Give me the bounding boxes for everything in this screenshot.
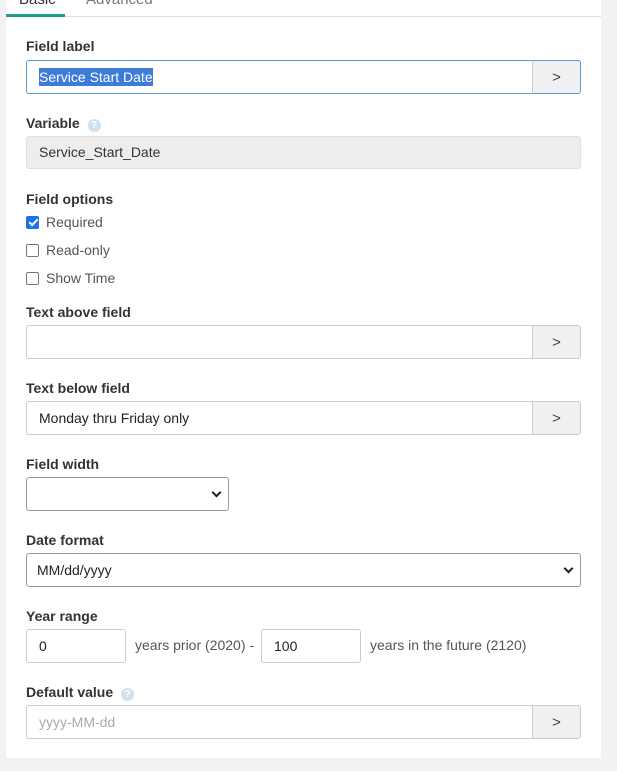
variable-label: Variable <box>26 115 80 131</box>
text-below-row: > <box>26 401 581 435</box>
help-icon[interactable]: ? <box>121 688 135 701</box>
chevron-right-icon: > <box>552 68 561 86</box>
show-time-label: Show Time <box>46 270 116 286</box>
years-future-input[interactable] <box>261 629 361 663</box>
field-properties-panel: Basic Advanced Field label Service Start… <box>6 0 601 758</box>
default-value-row: > <box>26 705 581 739</box>
text-above-expand-button[interactable]: > <box>532 325 581 359</box>
read-only-checkbox[interactable] <box>26 243 39 257</box>
years-prior-text: years prior (2020) - <box>135 637 255 653</box>
help-icon[interactable]: ? <box>87 119 101 132</box>
active-tab-indicator <box>6 14 65 17</box>
text-below-expand-button[interactable]: > <box>532 401 581 435</box>
years-future-text: years in the future (2120) <box>370 637 527 653</box>
field-label-selected-text: Service Start Date <box>39 68 153 86</box>
option-required[interactable]: Required <box>26 214 103 230</box>
text-below-heading: Text below field <box>26 380 130 396</box>
text-above-input[interactable] <box>26 325 532 359</box>
years-prior-input[interactable] <box>26 629 126 663</box>
field-label-expand-button[interactable]: > <box>532 60 581 94</box>
variable-heading: Variable? <box>26 115 101 132</box>
required-checkbox[interactable] <box>26 215 39 229</box>
field-label-input[interactable]: Service Start Date <box>26 60 532 94</box>
field-width-select[interactable] <box>26 477 229 511</box>
chevron-down-icon <box>211 487 222 498</box>
option-show-time[interactable]: Show Time <box>26 270 115 286</box>
date-format-heading: Date format <box>26 532 104 548</box>
required-label: Required <box>46 214 103 230</box>
default-value-expand-button[interactable]: > <box>532 705 581 739</box>
date-format-value: MM/dd/yyyy <box>37 562 112 578</box>
tab-advanced[interactable]: Advanced <box>86 0 153 9</box>
field-options-heading: Field options <box>26 191 114 207</box>
default-value-input[interactable] <box>26 705 532 739</box>
chevron-right-icon: > <box>552 713 561 731</box>
option-read-only[interactable]: Read-only <box>26 242 110 258</box>
text-above-heading: Text above field <box>26 304 131 320</box>
text-below-input[interactable] <box>26 401 532 435</box>
field-width-heading: Field width <box>26 456 100 472</box>
chevron-down-icon <box>563 563 574 574</box>
default-value-heading: Default value? <box>26 684 135 701</box>
show-time-checkbox[interactable] <box>26 271 39 285</box>
chevron-right-icon: > <box>552 333 561 351</box>
default-value-label: Default value <box>26 684 114 700</box>
tab-basic[interactable]: Basic <box>19 0 56 9</box>
field-label-heading: Field label <box>26 38 95 54</box>
text-above-row: > <box>26 325 581 359</box>
year-range-heading: Year range <box>26 608 98 624</box>
date-format-select[interactable]: MM/dd/yyyy <box>26 553 581 587</box>
variable-field: Service_Start_Date <box>26 136 581 169</box>
tab-bar: Basic Advanced <box>6 0 601 17</box>
field-label-row: Service Start Date > <box>26 60 581 94</box>
chevron-right-icon: > <box>552 409 561 427</box>
read-only-label: Read-only <box>46 242 110 258</box>
